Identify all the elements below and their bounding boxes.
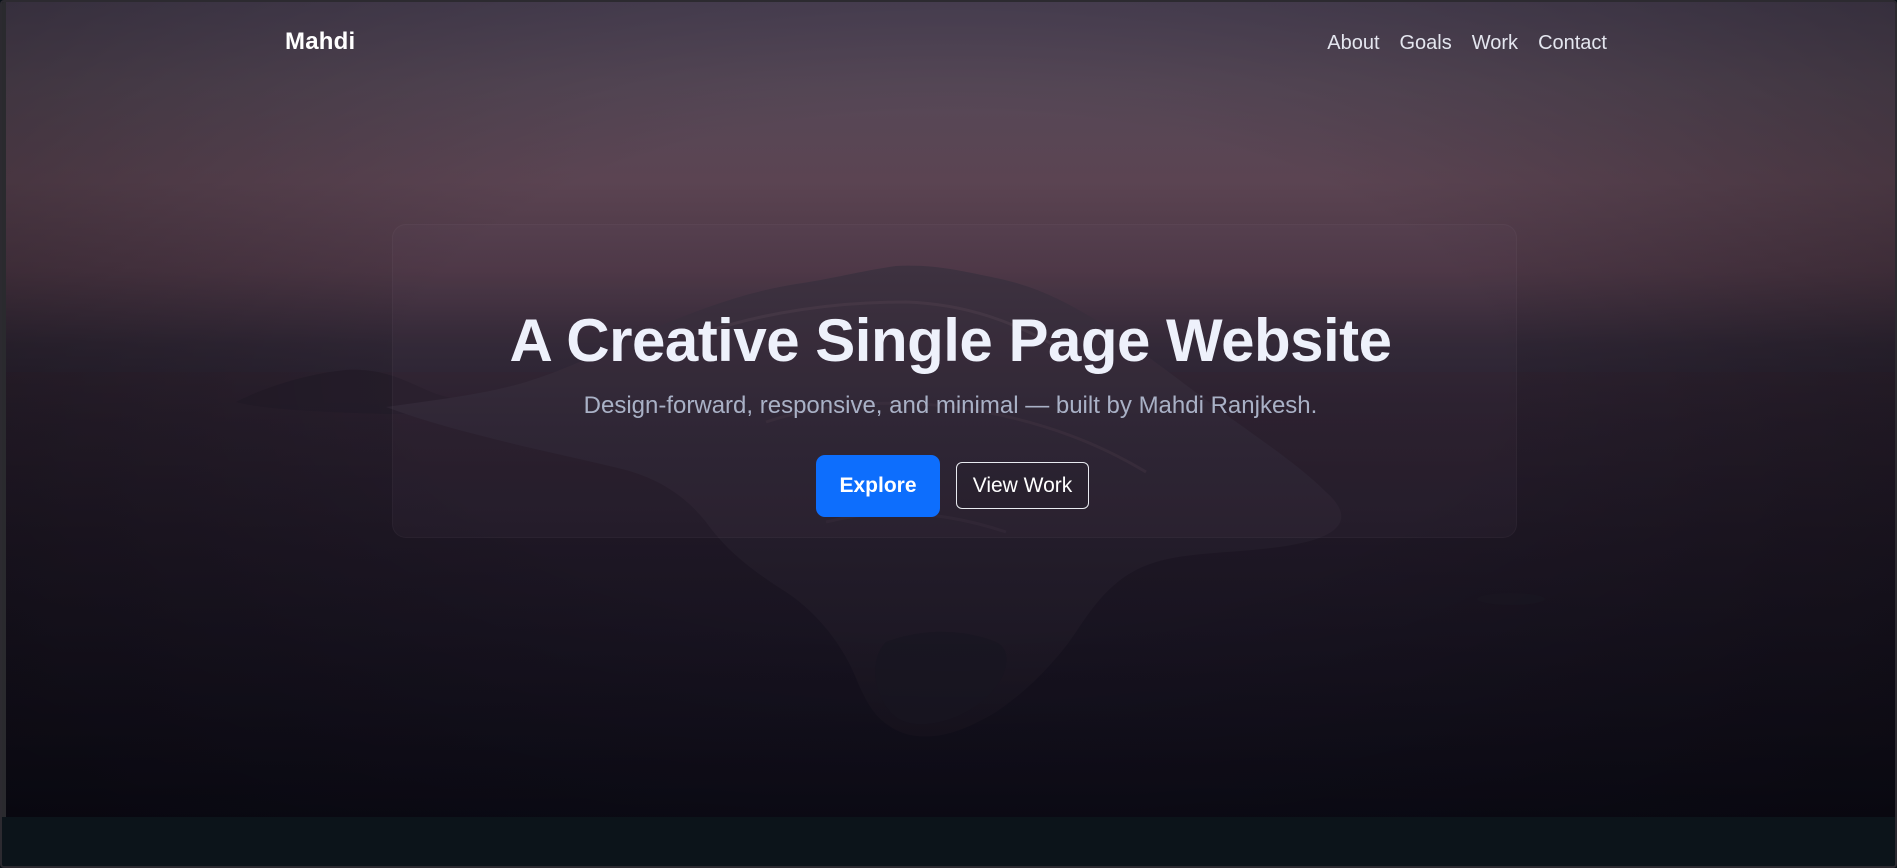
next-section-edge (2, 817, 1895, 866)
nav-link-goals[interactable]: Goals (1400, 32, 1452, 55)
browser-viewport: Mahdi About Goals Work Contact A Creativ… (0, 0, 1897, 868)
nav-link-about[interactable]: About (1327, 32, 1379, 55)
nav-link-contact[interactable]: Contact (1538, 32, 1607, 55)
view-work-button[interactable]: View Work (956, 462, 1089, 509)
hero-headline: A Creative Single Page Website (509, 307, 1392, 374)
main-nav: About Goals Work Contact (1327, 32, 1607, 55)
explore-button[interactable]: Explore (816, 455, 940, 517)
nav-link-work[interactable]: Work (1472, 32, 1518, 55)
site-logo[interactable]: Mahdi (285, 28, 355, 56)
hero-card (392, 224, 1517, 538)
hero-subheadline: Design-forward, responsive, and minimal … (583, 392, 1318, 419)
